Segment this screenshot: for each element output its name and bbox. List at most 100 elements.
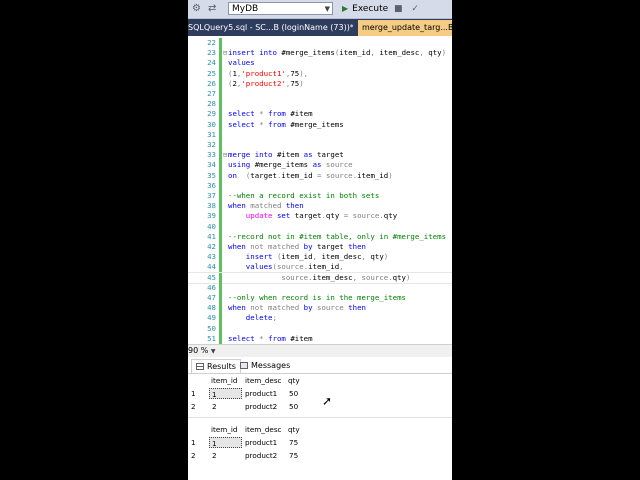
- code-token: when: [228, 242, 251, 251]
- database-select-value: MyDB: [232, 4, 259, 14]
- line-number: 49: [207, 313, 216, 323]
- code-line[interactable]: 33 ⊟ merge into #item as target: [188, 150, 452, 162]
- code-line[interactable]: 32: [188, 140, 452, 151]
- code-line[interactable]: 41 --record not in #item table, only in #…: [188, 231, 452, 243]
- code-line[interactable]: 39 update set target.qty = source.qty: [188, 211, 452, 223]
- toolbar-connect-icon[interactable]: ⇄: [208, 3, 216, 15]
- code-line[interactable]: 35 on (target.item_id = source.item_id): [188, 170, 452, 182]
- code-text: select * from #item: [228, 109, 313, 119]
- table-cell[interactable]: 75: [289, 450, 298, 461]
- execute-button[interactable]: ▶ Execute: [342, 1, 388, 16]
- code-line[interactable]: 49 delete;: [188, 313, 452, 325]
- query-editor[interactable]: 22 23 ⊟ insert into #merge_items(item_id, i…: [188, 36, 452, 344]
- tab-merge-update-target[interactable]: merge_update_targ...B (lo: [358, 20, 452, 36]
- column-header[interactable]: item_desc: [245, 375, 282, 386]
- code-token: qty: [383, 211, 398, 221]
- code-token: item_id: [357, 170, 389, 180]
- toolbar-tool-icon[interactable]: ⚙: [192, 3, 201, 15]
- code-line[interactable]: 37 --when a record exist in both sets: [188, 191, 452, 202]
- code-line[interactable]: 23 ⊟ insert into #merge_items(item_id, ite…: [188, 48, 452, 60]
- code-text: on (target.item_id = source.item_id): [228, 171, 393, 181]
- messages-icon: [240, 362, 248, 369]
- code-line[interactable]: 31: [188, 129, 452, 141]
- code-line[interactable]: 28: [188, 99, 452, 111]
- code-line[interactable]: 51 select * from #item: [188, 333, 452, 344]
- table-cell[interactable]: 50: [289, 401, 298, 412]
- chevron-down-icon: ▼: [324, 5, 330, 13]
- code-token: 'product1': [241, 68, 286, 78]
- table-cell[interactable]: 1: [209, 388, 242, 399]
- table-cell[interactable]: product2: [245, 401, 277, 412]
- table-cell[interactable]: 1: [209, 437, 242, 448]
- code-line[interactable]: 40: [188, 221, 452, 233]
- tab-results[interactable]: Results: [191, 359, 241, 373]
- code-token: from: [268, 119, 291, 129]
- table-cell[interactable]: 2: [212, 401, 217, 412]
- code-line[interactable]: 42 when not matched by target then: [188, 242, 452, 253]
- row-number[interactable]: 2: [191, 450, 196, 461]
- code-token: --when a record exist in both sets: [228, 191, 380, 200]
- code-token: source: [361, 272, 389, 282]
- line-number: 37: [207, 191, 216, 200]
- code-line[interactable]: 43 insert (item_id, item_desc, qty): [188, 252, 452, 264]
- tab-messages[interactable]: Messages: [236, 359, 294, 372]
- code-line[interactable]: 30 select * from #merge_items: [188, 119, 452, 131]
- code-line[interactable]: 34 using #merge_items as source: [188, 160, 452, 172]
- row-number[interactable]: 2: [191, 401, 196, 412]
- tab-sqlquery5[interactable]: SQLQuery5.sql - SC...B (loginName (73))*: [188, 19, 353, 36]
- code-line[interactable]: 27: [188, 89, 452, 100]
- code-token: source: [317, 303, 349, 313]
- collapse-icon[interactable]: ⊟: [223, 150, 227, 160]
- code-line[interactable]: 46: [188, 282, 452, 294]
- code-token: --only when record is in the merge_items: [228, 293, 406, 302]
- code-line[interactable]: 25 (1,'product1',75),: [188, 68, 452, 80]
- toolbar-more-icons[interactable]: ■ ✓: [394, 4, 422, 14]
- line-number: 50: [207, 323, 216, 333]
- column-header[interactable]: qty: [288, 424, 300, 435]
- code-token: item_desc: [379, 48, 420, 58]
- code-text: merge into #item as target: [228, 150, 344, 160]
- database-select[interactable]: MyDB ▼: [228, 2, 333, 15]
- table-cell[interactable]: 50: [289, 388, 298, 399]
- code-line[interactable]: 50: [188, 323, 452, 335]
- table-cell[interactable]: product1: [245, 437, 277, 448]
- table-cell[interactable]: product2: [245, 450, 277, 461]
- code-token: not matched: [250, 242, 304, 251]
- code-line[interactable]: 38 when matched then: [188, 201, 452, 213]
- code-token: ): [406, 272, 411, 282]
- code-line[interactable]: 47 --only when record is in the merge_ite…: [188, 293, 452, 304]
- code-text: (1,'product1',75),: [228, 69, 308, 79]
- code-line[interactable]: 45 source.item_desc, source.qty): [188, 271, 452, 284]
- code-line[interactable]: 36: [188, 180, 452, 192]
- column-header[interactable]: item_id: [211, 375, 237, 386]
- column-header[interactable]: item_desc: [245, 424, 282, 435]
- code-token: #item: [290, 333, 313, 343]
- code-line[interactable]: 48 when not matched by source then: [188, 303, 452, 315]
- column-header[interactable]: qty: [288, 375, 300, 386]
- line-number: 41: [207, 231, 216, 241]
- zoom-level[interactable]: 90 % ▼: [188, 344, 452, 357]
- line-number: 28: [207, 99, 216, 109]
- code-token: select: [228, 109, 260, 119]
- line-number: 31: [207, 129, 216, 139]
- line-number: 46: [207, 282, 216, 292]
- code-token: qty: [325, 211, 344, 221]
- code-line[interactable]: 44 values(source.item_id,: [188, 262, 452, 274]
- code-token: values: [228, 262, 273, 272]
- table-cell[interactable]: 2: [212, 450, 217, 461]
- collapse-icon[interactable]: ⊟: [223, 48, 227, 58]
- code-token: ): [383, 252, 389, 262]
- column-header[interactable]: item_id: [211, 424, 237, 435]
- table-cell[interactable]: 75: [289, 437, 298, 448]
- row-number[interactable]: 1: [191, 437, 196, 448]
- code-line[interactable]: 22: [188, 38, 452, 49]
- code-token: ): [441, 48, 447, 58]
- code-line[interactable]: 24 values: [188, 58, 452, 70]
- code-line[interactable]: 29 select * from #item: [188, 109, 452, 121]
- row-number[interactable]: 1: [191, 388, 196, 399]
- code-text: insert into #merge_items(item_id, item_d…: [228, 48, 446, 58]
- table-cell[interactable]: product1: [245, 388, 277, 399]
- code-token: source: [228, 272, 309, 282]
- code-line[interactable]: 26 (2,'product2',75): [188, 78, 452, 90]
- code-token: ): [299, 78, 304, 88]
